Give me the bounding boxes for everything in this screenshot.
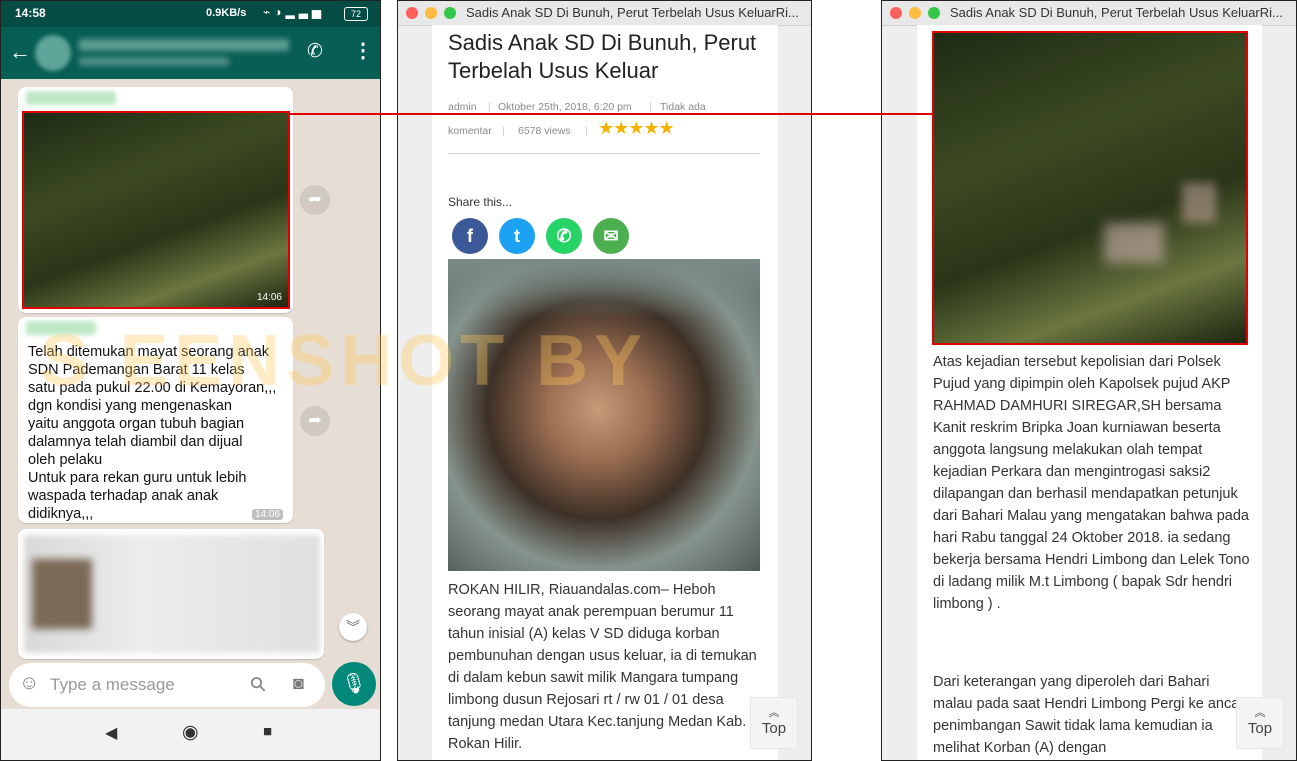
- crime-scene-photo-highlighted[interactable]: 14:06: [22, 111, 290, 309]
- meta-separator: |: [585, 125, 588, 137]
- forward-icon[interactable]: ➦: [300, 406, 330, 436]
- chevron-up-icon: ︽: [768, 707, 780, 719]
- email-share-icon[interactable]: ✉: [593, 218, 629, 254]
- status-bar: 14:58 0.9KB/s ⌁◑▂▃▅ 72: [1, 1, 380, 27]
- message-time: 14:06: [251, 509, 283, 520]
- meta-separator: |: [488, 101, 491, 113]
- more-vert-icon[interactable]: ⋮: [353, 38, 373, 63]
- signal-icons: ⌁◑▂▃▅: [263, 5, 326, 19]
- camera-icon[interactable]: ◙: [293, 673, 304, 694]
- minimize-window-button[interactable]: [425, 7, 437, 19]
- android-nav-bar: ◀ ◉ ■: [1, 709, 380, 760]
- add-call-icon[interactable]: ✆: [307, 40, 323, 63]
- minimize-window-button[interactable]: [909, 7, 921, 19]
- article-body: ROKAN HILIR, Riauandalas.com– Heboh seor…: [448, 582, 757, 752]
- close-window-button[interactable]: [890, 7, 902, 19]
- meta-separator: |: [502, 125, 505, 137]
- status-time: 14:58: [15, 6, 46, 20]
- meta-separator: |: [649, 101, 652, 113]
- contact-name-blurred[interactable]: [79, 39, 289, 51]
- message-time: 14:06: [256, 292, 282, 303]
- window-title: Sadis Anak SD Di Bunuh, Perut Terbelah U…: [466, 5, 799, 20]
- meta-date: Oktober 25th, 2018, 6:20 pm: [498, 101, 632, 113]
- back-to-top-button[interactable]: ︽ Top: [1236, 697, 1284, 749]
- blurred-region: [1182, 183, 1216, 223]
- article-paragraph-1: Atas kejadian tersebut kepolisian dari P…: [933, 354, 1250, 612]
- battery-indicator: 72: [344, 7, 368, 21]
- nav-home-icon[interactable]: ◉: [182, 721, 199, 744]
- window-titlebar: Sadis Anak SD Di Bunuh, Perut Terbelah U…: [882, 1, 1296, 26]
- window-title: Sadis Anak SD Di Bunuh, Perut Terbelah U…: [950, 5, 1283, 20]
- maximize-window-button[interactable]: [444, 7, 456, 19]
- article-paragraph-2: Dari keterangan yang diperoleh dari Baha…: [933, 674, 1247, 756]
- photo-wall-shade: [448, 259, 760, 319]
- close-window-button[interactable]: [406, 7, 418, 19]
- suspect-photo: [448, 259, 760, 571]
- rating-stars[interactable]: ★★★★★: [598, 118, 675, 139]
- browser-window-2: Sadis Anak SD Di Bunuh, Perut Terbelah U…: [881, 0, 1297, 761]
- meta-author[interactable]: admin: [448, 101, 477, 113]
- back-arrow-icon[interactable]: ←: [9, 39, 31, 65]
- meta-comments[interactable]: Tidak ada: [660, 101, 706, 113]
- nav-back-icon[interactable]: ◀: [105, 723, 117, 743]
- chevron-up-icon: ︽: [1254, 707, 1266, 719]
- article-title: Sadis Anak SD Di Bunuh, Perut Terbelah U…: [448, 30, 757, 83]
- crime-scene-photo-highlighted: [932, 31, 1248, 345]
- forward-icon[interactable]: ➦: [300, 185, 330, 215]
- maximize-window-button[interactable]: [928, 7, 940, 19]
- message-input-bar[interactable]: ☺ Type a message ⚲ ◙: [9, 663, 325, 707]
- watermark: S EENSHOT BY: [40, 321, 649, 401]
- emoji-icon[interactable]: ☺: [19, 672, 39, 695]
- divider: [448, 153, 760, 154]
- meta-views: 6578 views: [518, 125, 571, 137]
- blurred-thumbnail: [32, 559, 92, 629]
- chat-header: ← ✆ ⋮: [1, 27, 380, 79]
- double-chevron-down-icon[interactable]: ︾: [339, 613, 367, 641]
- highlight-connector-line: [290, 113, 934, 115]
- message-input[interactable]: Type a message: [50, 675, 175, 695]
- image-message-bubble[interactable]: 14:06: [18, 87, 293, 313]
- top-label: Top: [761, 720, 787, 737]
- whatsapp-share-icon[interactable]: ✆: [546, 218, 582, 254]
- contact-status-blurred: [79, 57, 229, 66]
- twitter-share-icon[interactable]: t: [499, 218, 535, 254]
- facebook-share-icon[interactable]: f: [452, 218, 488, 254]
- paperclip-icon[interactable]: ⚲: [244, 670, 272, 698]
- back-to-top-button[interactable]: ︽ Top: [750, 697, 798, 749]
- article-page: Atas kejadian tersebut kepolisian dari P…: [917, 25, 1262, 760]
- top-label: Top: [1247, 720, 1273, 737]
- window-titlebar: Sadis Anak SD Di Bunuh, Perut Terbelah U…: [398, 1, 811, 26]
- meta-comments-cont[interactable]: komentar: [448, 125, 492, 137]
- nav-recents-icon[interactable]: ■: [263, 723, 272, 740]
- avatar[interactable]: [35, 35, 71, 71]
- network-speed: 0.9KB/s: [206, 7, 247, 19]
- sender-name-blurred: [26, 91, 116, 105]
- blurred-message-bubble[interactable]: [18, 529, 324, 659]
- blurred-region: [1104, 223, 1164, 263]
- mic-icon[interactable]: 🎙: [332, 662, 376, 706]
- share-label: Share this...: [448, 195, 513, 209]
